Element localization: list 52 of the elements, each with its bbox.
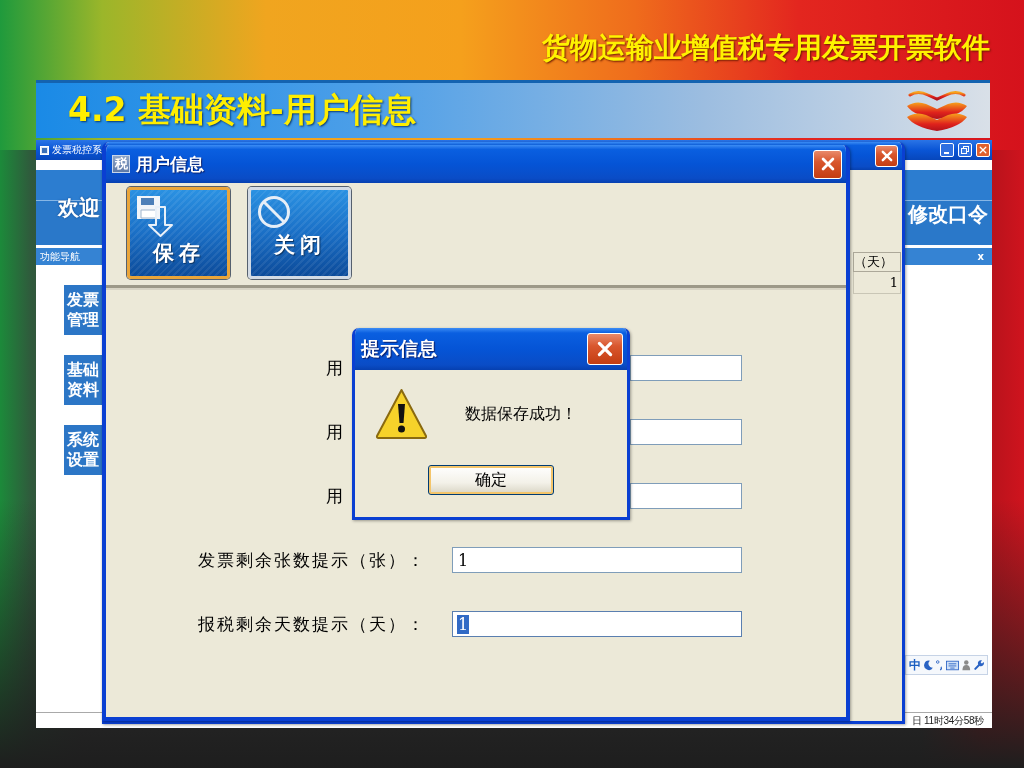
field-label: 发票剩余张数提示（张）： [198, 548, 426, 572]
change-password-link[interactable]: 修改口令 [908, 201, 988, 228]
app-icon: 税 [112, 155, 130, 173]
app-icon [40, 145, 49, 155]
welcome-text: 欢迎 [58, 194, 100, 222]
nav-button[interactable]: 系统设置 [64, 425, 102, 475]
dialog-message: 数据保存成功！ [465, 403, 577, 425]
restore-button[interactable] [958, 143, 972, 157]
close-button[interactable] [587, 333, 623, 365]
field-label: 用 [326, 356, 345, 380]
section-title: 4.2 基础资料-用户信息 [68, 89, 416, 131]
status-time: 日 11时34分58秒 [911, 713, 984, 728]
ok-button[interactable]: 确定 [428, 465, 554, 495]
input-field[interactable] [630, 419, 742, 445]
warning-icon [375, 388, 428, 440]
input-field[interactable] [630, 483, 742, 509]
dialog-title: 提示信息 [361, 336, 437, 361]
nav-button[interactable]: 基础资料 [64, 355, 102, 405]
close-icon [820, 157, 835, 171]
window-title: 发票税控系 [52, 143, 102, 157]
wrench-icon[interactable] [973, 659, 984, 671]
toolbar-button[interactable]: 保存 [127, 187, 230, 279]
input-field[interactable]: 1 [452, 547, 742, 573]
field-label: 用 [326, 420, 345, 444]
stacked-chevron-logo [904, 88, 970, 133]
input-field[interactable] [630, 355, 742, 381]
close-button[interactable] [813, 149, 842, 179]
close-button[interactable] [976, 143, 990, 157]
column-header[interactable]: （天） [853, 252, 901, 272]
ime-mode-label[interactable]: 中 [909, 656, 921, 674]
minimize-button[interactable] [940, 143, 954, 157]
field-label: 报税剩余天数提示（天）： [198, 612, 426, 636]
close-button[interactable] [875, 145, 898, 167]
nav-close-button[interactable]: x [977, 251, 984, 262]
restore-icon [961, 146, 969, 154]
nav-title: 功能导航 [40, 249, 80, 264]
table-cell: 1 [853, 272, 901, 294]
keyboard-icon[interactable] [946, 659, 960, 671]
input-field[interactable]: 1 [452, 611, 742, 637]
prohibition-icon [257, 195, 291, 229]
nav-button[interactable]: 发票管理 [64, 285, 102, 335]
person-icon[interactable] [962, 659, 971, 671]
field-label: 用 [326, 484, 345, 508]
close-icon [880, 150, 893, 162]
floppy-disk-icon [136, 195, 174, 237]
moon-icon[interactable] [924, 659, 934, 671]
close-icon [597, 341, 613, 357]
punctuation-icon[interactable] [936, 659, 944, 671]
window-title: 用户信息 [136, 152, 204, 176]
close-icon [979, 146, 987, 154]
toolbar-button[interactable]: 关闭 [248, 187, 351, 279]
header-title: 货物运输业增值税专用发票开票软件 [542, 30, 990, 66]
